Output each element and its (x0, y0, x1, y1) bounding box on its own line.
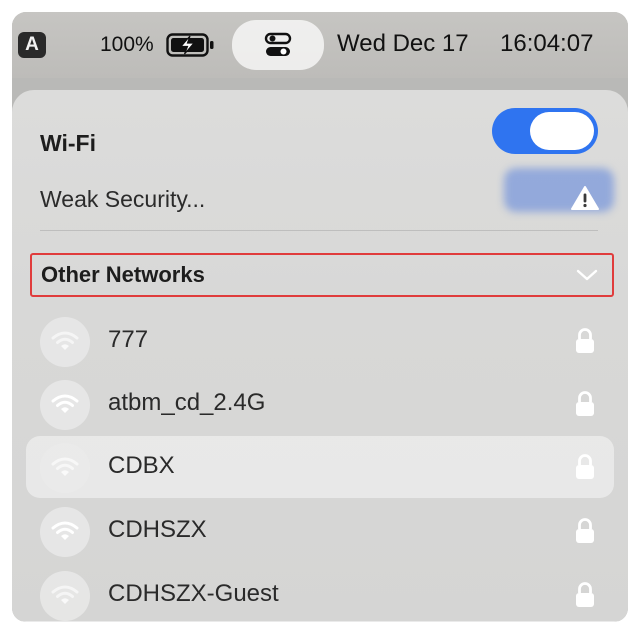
network-row-cdhszx-guest[interactable]: CDHSZX-Guest (26, 564, 614, 622)
wifi-icon (51, 457, 79, 476)
network-signal-badge (40, 317, 90, 367)
wifi-icon (51, 394, 79, 413)
chevron-down-icon[interactable] (576, 267, 598, 283)
other-networks-header[interactable]: Other Networks (30, 253, 614, 297)
battery-charging-icon[interactable] (166, 33, 216, 57)
other-networks-label: Other Networks (41, 262, 205, 287)
network-row-777[interactable]: 777 (26, 310, 614, 372)
menu-bar: A 100% Wed Dec 17 16:04:07 (12, 12, 628, 78)
network-name: 777 (108, 326, 149, 353)
network-name: CDBX (108, 452, 175, 479)
network-signal-badge (40, 507, 90, 557)
current-network-label[interactable]: Weak Security... (40, 186, 205, 213)
lock-icon (576, 328, 594, 353)
lock-icon (576, 518, 594, 543)
network-signal-badge (40, 571, 90, 621)
wifi-title: Wi-Fi (40, 130, 96, 156)
wifi-icon (51, 521, 79, 540)
wifi-toggle-knob (530, 112, 594, 150)
network-name: CDHSZX-Guest (108, 580, 279, 607)
network-signal-badge (40, 443, 90, 493)
lock-icon (576, 391, 594, 416)
network-name: CDHSZX (108, 516, 207, 543)
menu-bar-date[interactable]: Wed Dec 17 (337, 30, 469, 58)
lock-icon (576, 582, 594, 607)
input-source-indicator[interactable]: A (18, 32, 46, 58)
lock-icon (576, 454, 594, 479)
wifi-toggle[interactable] (492, 108, 598, 154)
network-row-atbm-cd-2-4g[interactable]: atbm_cd_2.4G (26, 373, 614, 435)
wifi-icon (51, 585, 79, 604)
wifi-panel: Wi-Fi Weak Security... Other Networks 77… (12, 90, 628, 622)
menu-bar-time[interactable]: 16:04:07 (500, 30, 593, 58)
screen: A 100% Wed Dec 17 16:04:07 Wi-Fi Weak Se… (12, 12, 628, 622)
network-row-cdhszx[interactable]: CDHSZX (26, 500, 614, 562)
wifi-icon (51, 331, 79, 350)
section-divider (40, 230, 598, 231)
network-row-cdbx[interactable]: CDBX (26, 436, 614, 498)
network-name: atbm_cd_2.4G (108, 389, 266, 416)
control-center-button[interactable] (232, 20, 324, 70)
control-center-icon (264, 32, 292, 56)
battery-percentage[interactable]: 100% (100, 32, 154, 58)
warning-triangle-icon[interactable] (570, 185, 600, 211)
network-signal-badge (40, 380, 90, 430)
